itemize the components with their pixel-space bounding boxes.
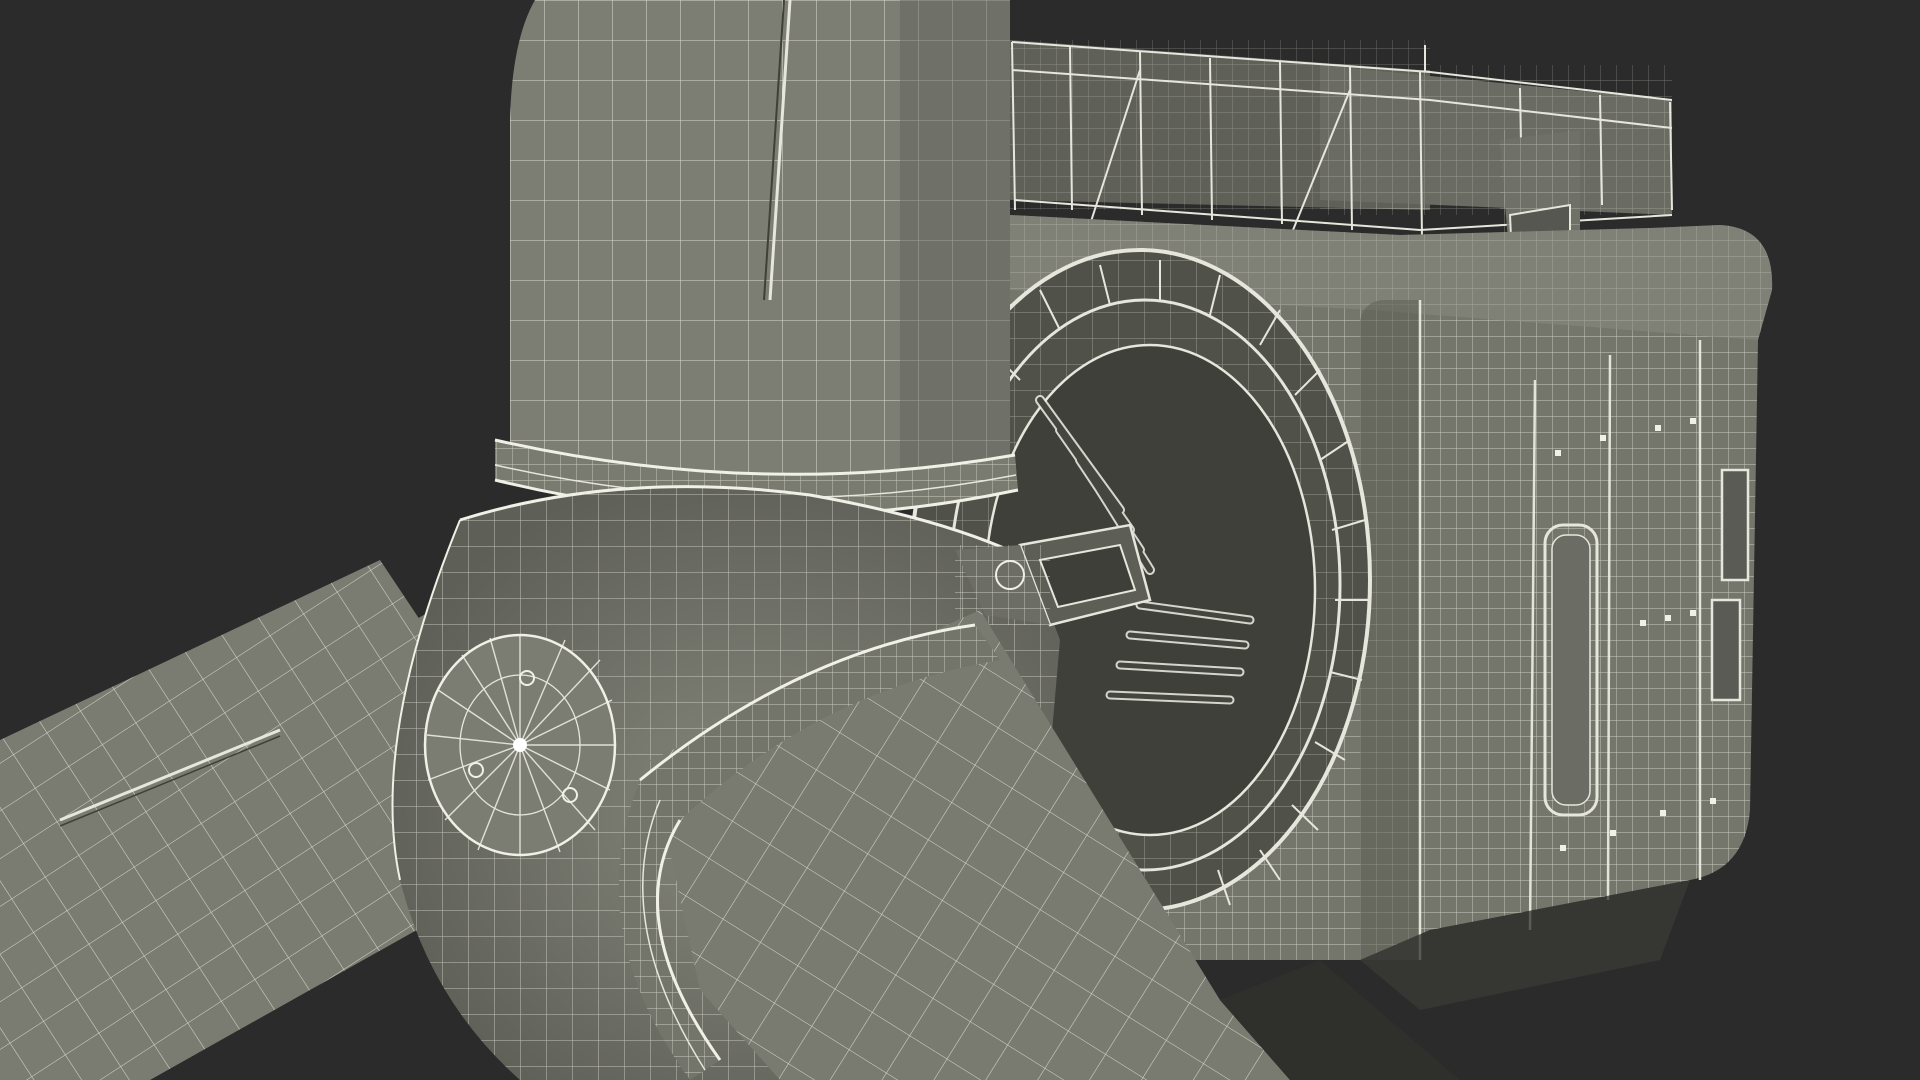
turbine-render [0, 0, 1920, 1080]
render-viewport [0, 0, 1920, 1080]
blade-top [494, 0, 1019, 517]
